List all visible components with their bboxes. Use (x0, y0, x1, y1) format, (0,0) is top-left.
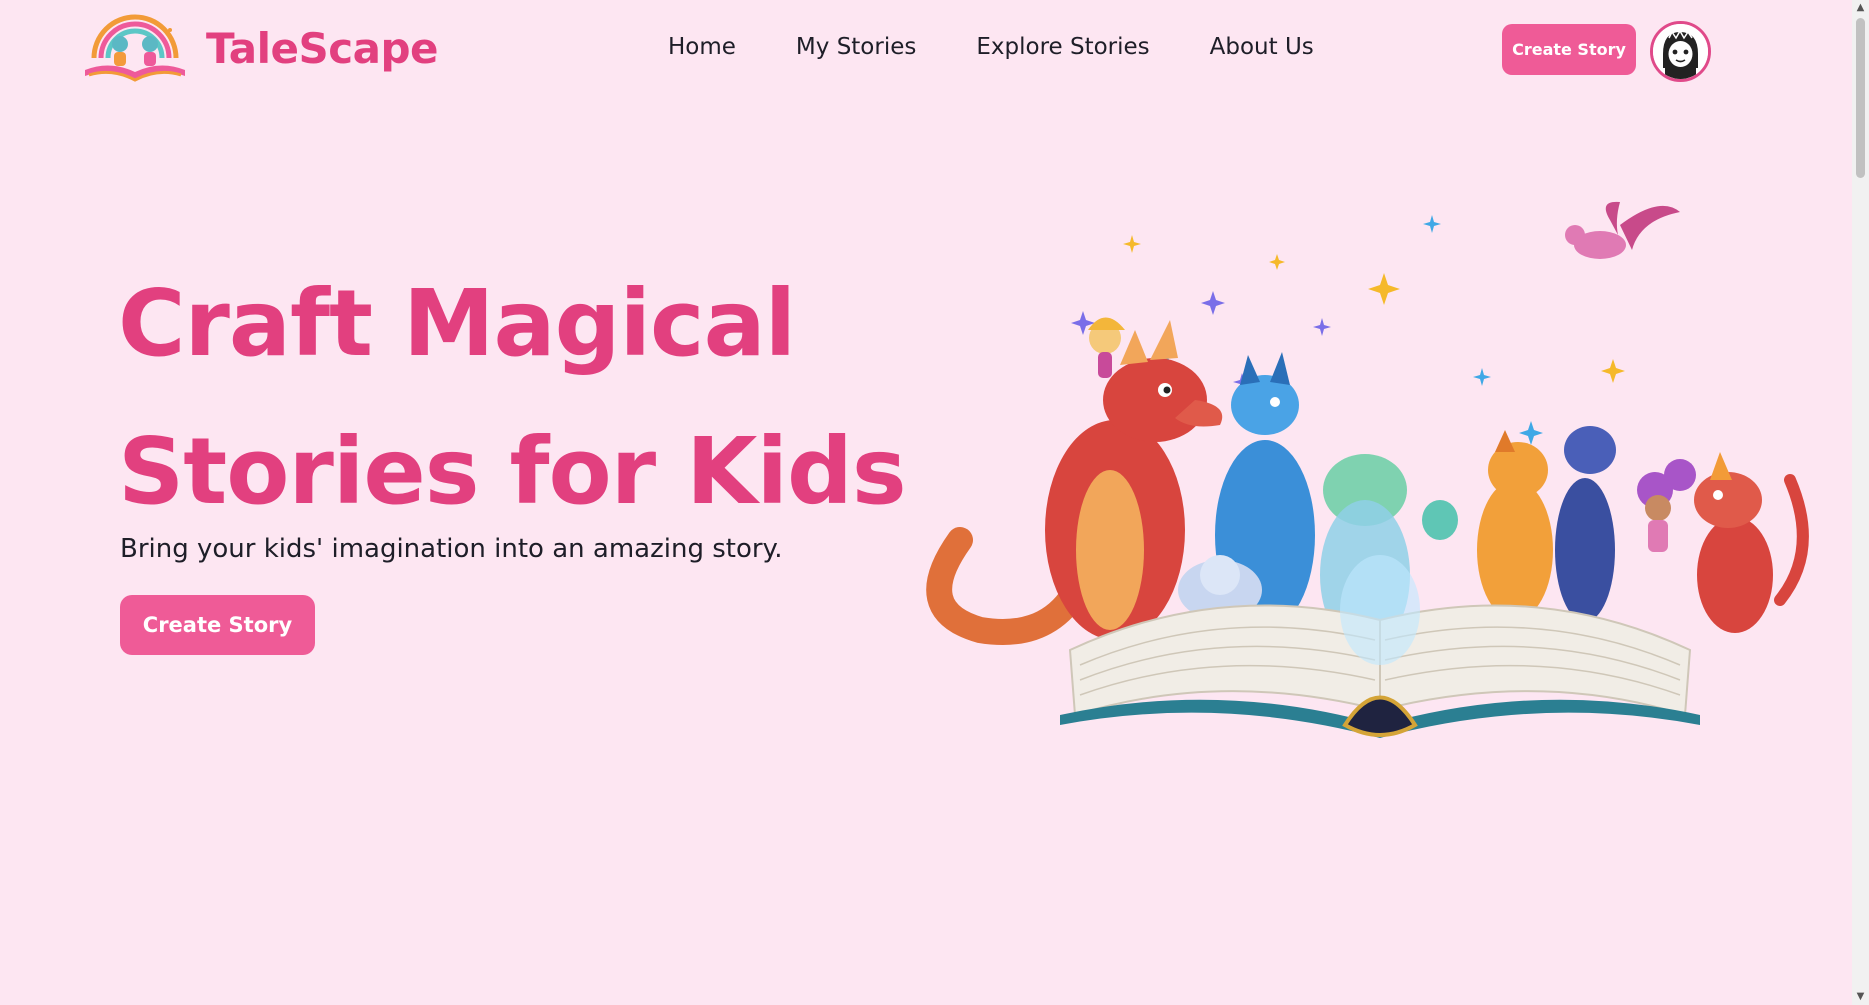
brand-name: TaleScape (206, 23, 439, 73)
scrollbar-thumb[interactable] (1856, 18, 1865, 178)
scroll-down-arrow-icon[interactable]: ▼ (1855, 991, 1866, 1003)
main-nav: Home My Stories Explore Stories About Us (668, 34, 1314, 60)
user-avatar-icon (1653, 24, 1708, 79)
nav-my-stories[interactable]: My Stories (796, 34, 916, 60)
user-avatar[interactable] (1650, 21, 1711, 82)
scroll-up-arrow-icon[interactable]: ▲ (1855, 2, 1866, 14)
header-create-story-button[interactable]: Create Story (1502, 24, 1636, 75)
hero-title: Craft Magical Stories for Kids (118, 250, 907, 546)
nav-home[interactable]: Home (668, 34, 736, 60)
hero-title-line1: Craft Magical (118, 270, 796, 377)
hero-title-line2: Stories for Kids (118, 418, 907, 525)
talescape-logo-icon (85, 14, 185, 82)
nav-about-us[interactable]: About Us (1210, 34, 1314, 60)
hero-subtitle: Bring your kids' imagination into an ama… (120, 534, 783, 564)
hero-create-story-button[interactable]: Create Story (120, 595, 315, 655)
vertical-scrollbar[interactable]: ▲ ▼ (1852, 0, 1869, 1005)
page: TaleScape Home My Stories Explore Storie… (0, 0, 1852, 1005)
storybook-dragons-illustration (926, 201, 1809, 738)
brand-logo[interactable]: TaleScape (80, 8, 439, 88)
nav-explore-stories[interactable]: Explore Stories (976, 34, 1149, 60)
